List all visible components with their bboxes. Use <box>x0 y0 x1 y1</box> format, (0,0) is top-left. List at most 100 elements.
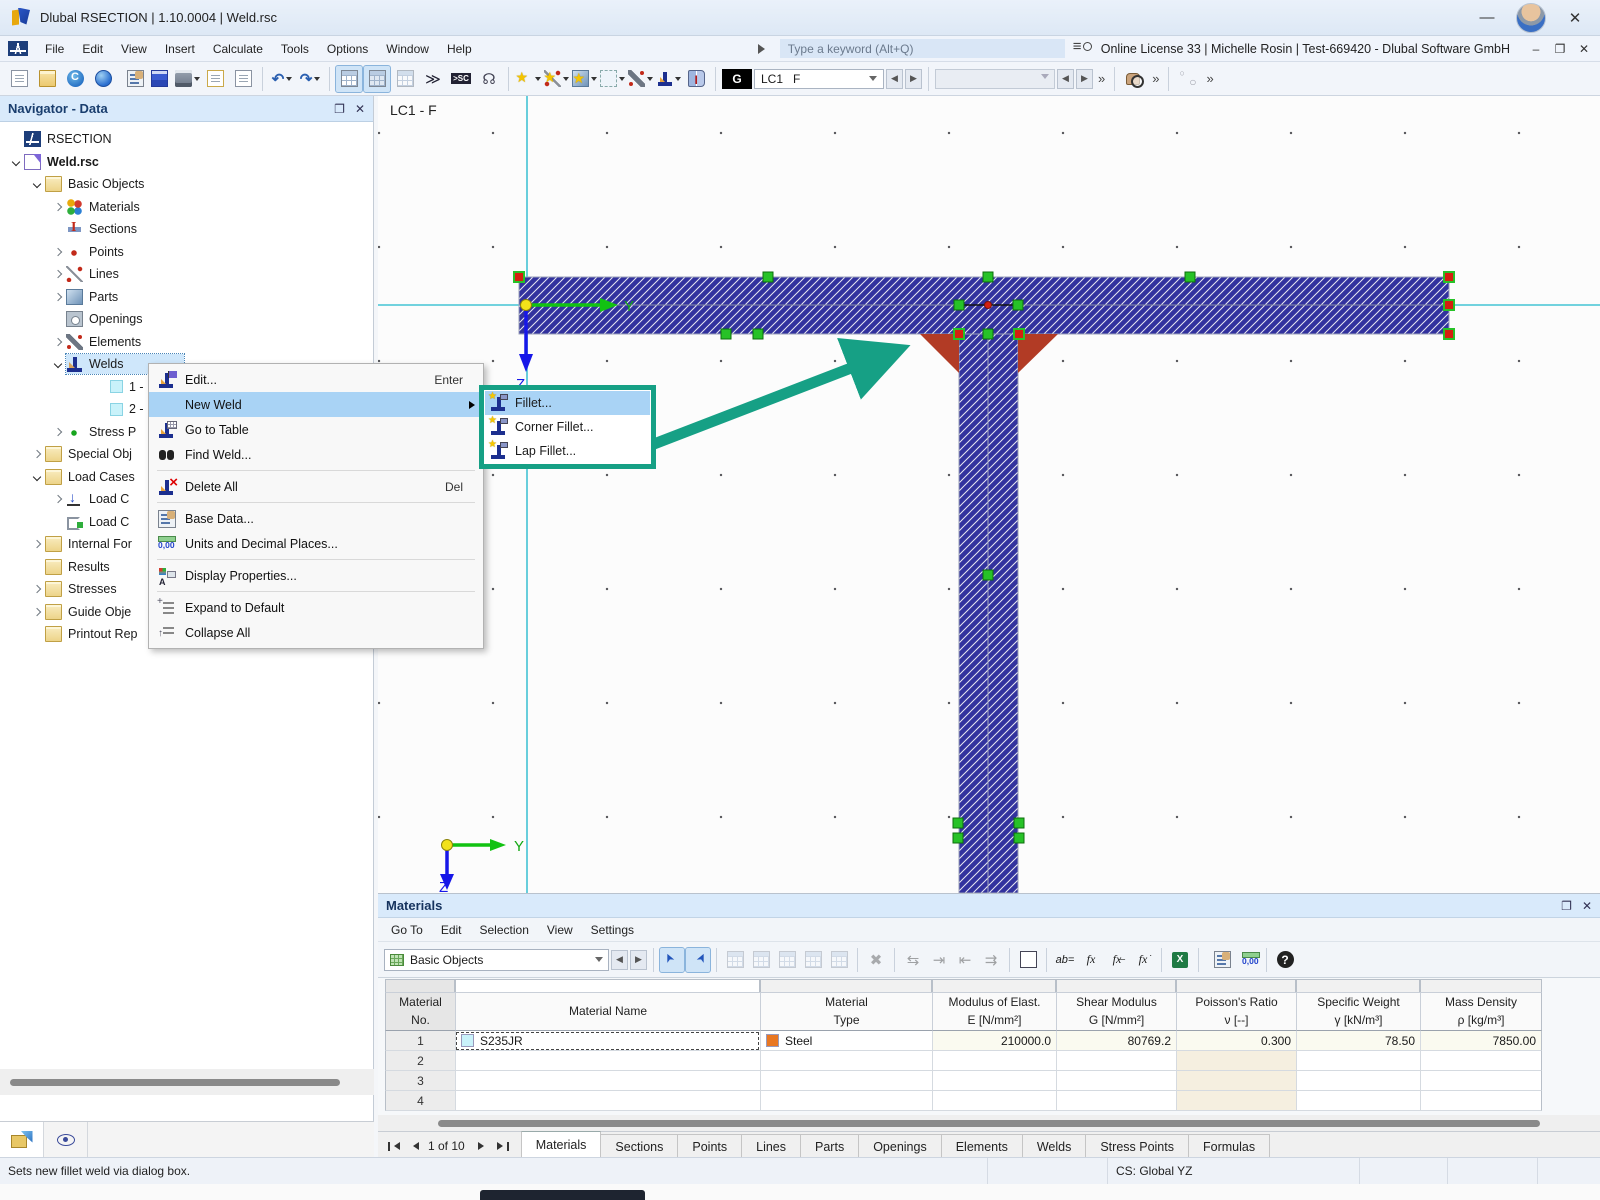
navigator-close-button[interactable]: ✕ <box>355 102 365 116</box>
table-row[interactable]: 1 S235JR Steel 210000.0 80769.2 0.300 78… <box>385 1031 1542 1051</box>
shortcut-sc-button[interactable]: >SC <box>448 66 474 92</box>
menu-calculate[interactable]: Calculate <box>204 38 272 60</box>
rotate-overflow-icon[interactable]: » <box>1203 71 1216 86</box>
materials-hscrollbar[interactable] <box>378 1115 1600 1131</box>
support-headset-button[interactable] <box>476 66 502 92</box>
menu-insert[interactable]: Insert <box>156 38 204 60</box>
cell-type[interactable]: Steel <box>760 1031 932 1051</box>
block-table-button[interactable] <box>827 948 851 972</box>
formula-delete-button[interactable]: fx̶ <box>1105 948 1129 972</box>
help-button[interactable]: ? <box>1273 948 1297 972</box>
tab-openings[interactable]: Openings <box>858 1134 942 1158</box>
tab-lines[interactable]: Lines <box>741 1134 801 1158</box>
materials-float-button[interactable]: ❐ <box>1561 899 1572 913</box>
menu-tools[interactable]: Tools <box>272 38 318 60</box>
view-overflow-icon[interactable]: » <box>1149 71 1162 86</box>
first-record-button[interactable] <box>386 1139 402 1153</box>
menu-view[interactable]: View <box>112 38 156 60</box>
navigator-tab-data[interactable] <box>0 1122 44 1157</box>
materials-close-button[interactable]: ✕ <box>1582 899 1592 913</box>
row-mode-button[interactable] <box>749 948 773 972</box>
delete-row-button[interactable] <box>927 948 951 972</box>
cell-weight[interactable] <box>1296 1051 1420 1071</box>
units-button[interactable] <box>1233 948 1260 972</box>
redo-button[interactable] <box>297 66 323 92</box>
cell-name[interactable] <box>455 1051 760 1071</box>
load-case-combo[interactable]: LC1 F <box>754 69 884 89</box>
submenu-item-fillet[interactable]: ★ Fillet... <box>485 391 650 415</box>
tab-elements[interactable]: Elements <box>941 1134 1023 1158</box>
menu-item-go-to-table[interactable]: Go to Table <box>149 417 483 442</box>
doc-restore-button[interactable]: ❐ <box>1550 42 1570 56</box>
tab-formulas[interactable]: Formulas <box>1188 1134 1270 1158</box>
cell-shear[interactable] <box>1056 1051 1176 1071</box>
cell-type[interactable] <box>760 1071 932 1091</box>
cell-type[interactable] <box>760 1051 932 1071</box>
panels-toggle-button[interactable] <box>392 66 418 92</box>
new-model-button[interactable] <box>6 66 32 92</box>
close-button[interactable]: ✕ <box>1560 6 1590 30</box>
scope-next-button[interactable]: ▶ <box>630 950 647 970</box>
import-base-data-button[interactable] <box>1205 948 1231 972</box>
cell-no[interactable]: 2 <box>385 1051 455 1071</box>
tab-parts[interactable]: Parts <box>800 1134 859 1158</box>
insert-row-button[interactable] <box>723 948 747 972</box>
navigator-hscrollbar[interactable] <box>0 1069 374 1095</box>
move-left-button[interactable] <box>953 948 977 972</box>
cell-type[interactable] <box>760 1091 932 1111</box>
minimize-button[interactable]: — <box>1472 6 1502 30</box>
tree-item-sections[interactable]: Sections <box>0 218 373 241</box>
cell-modulus[interactable] <box>932 1091 1056 1111</box>
col-header-modulus[interactable]: Modulus of Elast.E [N/mm²] <box>932 992 1056 1031</box>
new-element-button[interactable] <box>571 66 597 92</box>
cell-density[interactable] <box>1420 1051 1542 1071</box>
undo-button[interactable] <box>269 66 295 92</box>
tree-item-points[interactable]: Points <box>0 241 373 264</box>
materials-menu-goto[interactable]: Go To <box>382 920 432 940</box>
case-prev-button[interactable]: ◀ <box>886 69 903 89</box>
cell-weight[interactable]: 78.50 <box>1296 1031 1420 1051</box>
tab-welds[interactable]: Welds <box>1022 1134 1087 1158</box>
col-header-name[interactable]: Material Name <box>455 992 760 1031</box>
new-point-button[interactable] <box>515 66 541 92</box>
cell-no[interactable]: 3 <box>385 1071 455 1091</box>
delete-table-button[interactable] <box>864 948 888 972</box>
col-header-shear[interactable]: Shear ModulusG [N/mm²] <box>1056 992 1176 1031</box>
dlubal-center-button[interactable] <box>62 66 88 92</box>
navigator-tab-views[interactable] <box>44 1122 88 1157</box>
last-record-button[interactable] <box>495 1139 511 1153</box>
prev-record-button[interactable] <box>406 1139 422 1153</box>
menu-item-delete-all[interactable]: × Delete All Del <box>149 474 483 499</box>
menu-help[interactable]: Help <box>438 38 481 60</box>
col-header-no[interactable]: MaterialNo. <box>385 992 455 1031</box>
menu-item-collapse-all[interactable]: Collapse All <box>149 620 483 645</box>
tree-item-parts[interactable]: Parts <box>0 286 373 309</box>
table-row[interactable]: 2 <box>385 1051 1542 1071</box>
library-button[interactable] <box>683 66 709 92</box>
keyword-search-input[interactable] <box>780 39 1065 58</box>
pan-zoom-button[interactable] <box>1121 66 1147 92</box>
col-header-type[interactable]: MaterialType <box>760 992 932 1031</box>
print-button[interactable] <box>174 66 200 92</box>
cell-shear[interactable] <box>1056 1091 1176 1111</box>
select-in-graphic-button[interactable] <box>660 948 684 972</box>
menu-item-new-weld[interactable]: New Weld <box>149 392 483 417</box>
table-row[interactable]: 3 <box>385 1071 1542 1091</box>
cell-no[interactable]: 1 <box>385 1031 455 1051</box>
move-right-button[interactable] <box>979 948 1003 972</box>
pattern-table-button[interactable] <box>801 948 825 972</box>
table-row[interactable]: 4 <box>385 1091 1542 1111</box>
result-next-button[interactable]: ▶ <box>1076 69 1093 89</box>
save-button[interactable] <box>146 66 172 92</box>
cell-poisson[interactable]: 0.300 <box>1176 1031 1296 1051</box>
tree-item-elements[interactable]: Elements <box>0 331 373 354</box>
menu-item-display-properties[interactable]: Display Properties... <box>149 563 483 588</box>
tree-item-lines[interactable]: Lines <box>0 263 373 286</box>
menu-edit[interactable]: Edit <box>73 38 112 60</box>
menu-file[interactable]: File <box>36 38 73 60</box>
base-data-button[interactable] <box>118 66 144 92</box>
new-table-button[interactable] <box>202 66 228 92</box>
formula-info-button[interactable]: fx͘ <box>1131 948 1155 972</box>
tree-item-openings[interactable]: Openings <box>0 308 373 331</box>
doc-close-button[interactable]: ✕ <box>1574 42 1594 56</box>
